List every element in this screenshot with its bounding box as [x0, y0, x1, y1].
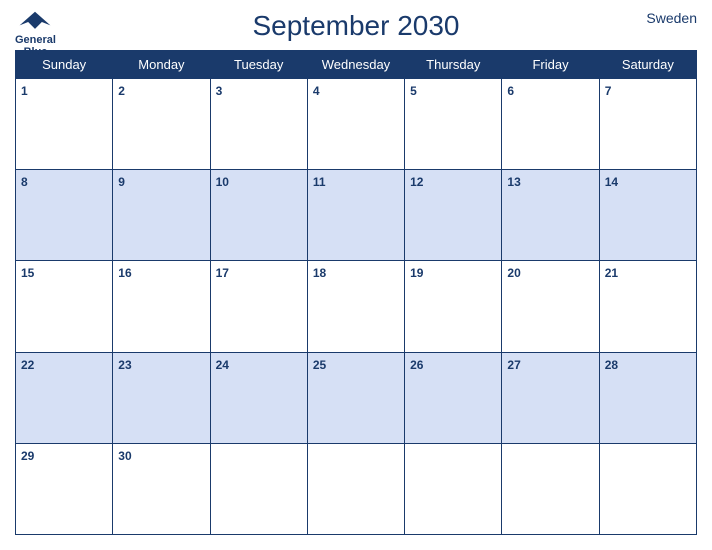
calendar-day-cell: 7 — [599, 79, 696, 170]
day-number: 1 — [21, 84, 28, 98]
day-number: 21 — [605, 266, 618, 280]
calendar-day-cell — [405, 443, 502, 534]
header-saturday: Saturday — [599, 51, 696, 79]
calendar-day-cell: 27 — [502, 352, 599, 443]
calendar-week-row: 1 2 3 4 5 6 7 — [16, 79, 697, 170]
calendar-week-row: 22 23 24 25 26 27 28 — [16, 352, 697, 443]
calendar-header: General Blue September 2030 Sweden — [15, 10, 697, 42]
calendar-day-cell: 15 — [16, 261, 113, 352]
calendar-day-cell: 30 — [113, 443, 210, 534]
day-number: 30 — [118, 449, 131, 463]
calendar-day-cell: 13 — [502, 170, 599, 261]
day-number: 13 — [507, 175, 520, 189]
day-number: 29 — [21, 449, 34, 463]
header-wednesday: Wednesday — [307, 51, 404, 79]
calendar-day-cell: 14 — [599, 170, 696, 261]
calendar-day-cell: 21 — [599, 261, 696, 352]
day-number: 2 — [118, 84, 125, 98]
header-friday: Friday — [502, 51, 599, 79]
calendar-day-cell: 19 — [405, 261, 502, 352]
logo-icon — [17, 10, 53, 34]
day-number: 19 — [410, 266, 423, 280]
day-number: 12 — [410, 175, 423, 189]
calendar-day-cell: 1 — [16, 79, 113, 170]
day-number: 6 — [507, 84, 514, 98]
calendar-day-cell — [307, 443, 404, 534]
calendar-day-cell: 17 — [210, 261, 307, 352]
day-number: 5 — [410, 84, 417, 98]
day-number: 8 — [21, 175, 28, 189]
calendar-day-cell: 5 — [405, 79, 502, 170]
calendar-day-cell: 10 — [210, 170, 307, 261]
day-number: 22 — [21, 358, 34, 372]
header-tuesday: Tuesday — [210, 51, 307, 79]
calendar-day-cell: 24 — [210, 352, 307, 443]
calendar-day-cell: 4 — [307, 79, 404, 170]
calendar-day-cell — [210, 443, 307, 534]
day-number: 25 — [313, 358, 326, 372]
day-number: 11 — [313, 175, 326, 189]
calendar-day-cell: 3 — [210, 79, 307, 170]
days-header-row: Sunday Monday Tuesday Wednesday Thursday… — [16, 51, 697, 79]
calendar-day-cell: 6 — [502, 79, 599, 170]
day-number: 9 — [118, 175, 125, 189]
day-number: 18 — [313, 266, 326, 280]
calendar-week-row: 15 16 17 18 19 20 21 — [16, 261, 697, 352]
calendar-day-cell: 9 — [113, 170, 210, 261]
calendar-day-cell: 29 — [16, 443, 113, 534]
calendar-day-cell: 11 — [307, 170, 404, 261]
day-number: 17 — [216, 266, 229, 280]
calendar-day-cell: 25 — [307, 352, 404, 443]
calendar-day-cell: 2 — [113, 79, 210, 170]
calendar-day-cell: 12 — [405, 170, 502, 261]
day-number: 26 — [410, 358, 423, 372]
day-number: 28 — [605, 358, 618, 372]
day-number: 23 — [118, 358, 131, 372]
day-number: 27 — [507, 358, 520, 372]
day-number: 4 — [313, 84, 320, 98]
calendar-container: General Blue September 2030 Sweden Sunda… — [0, 0, 712, 550]
logo-text-line1: General — [15, 34, 56, 46]
day-number: 20 — [507, 266, 520, 280]
calendar-day-cell: 22 — [16, 352, 113, 443]
calendar-table: Sunday Monday Tuesday Wednesday Thursday… — [15, 50, 697, 535]
day-number: 14 — [605, 175, 618, 189]
day-number: 16 — [118, 266, 131, 280]
calendar-day-cell: 26 — [405, 352, 502, 443]
header-thursday: Thursday — [405, 51, 502, 79]
calendar-day-cell: 28 — [599, 352, 696, 443]
logo-text-line2: Blue — [24, 46, 48, 58]
calendar-day-cell: 8 — [16, 170, 113, 261]
calendar-country: Sweden — [646, 10, 697, 26]
calendar-day-cell — [599, 443, 696, 534]
calendar-week-row: 29 30 — [16, 443, 697, 534]
day-number: 10 — [216, 175, 229, 189]
calendar-body: 1234567891011121314151617181920212223242… — [16, 79, 697, 535]
day-number: 24 — [216, 358, 229, 372]
day-number: 7 — [605, 84, 612, 98]
calendar-week-row: 8 9 10 11 12 13 14 — [16, 170, 697, 261]
header-monday: Monday — [113, 51, 210, 79]
calendar-day-cell: 16 — [113, 261, 210, 352]
calendar-day-cell: 18 — [307, 261, 404, 352]
calendar-title: September 2030 — [252, 10, 459, 42]
generalblue-logo: General Blue — [15, 10, 56, 58]
calendar-day-cell — [502, 443, 599, 534]
day-number: 3 — [216, 84, 223, 98]
calendar-day-cell: 23 — [113, 352, 210, 443]
day-number: 15 — [21, 266, 34, 280]
calendar-day-cell: 20 — [502, 261, 599, 352]
